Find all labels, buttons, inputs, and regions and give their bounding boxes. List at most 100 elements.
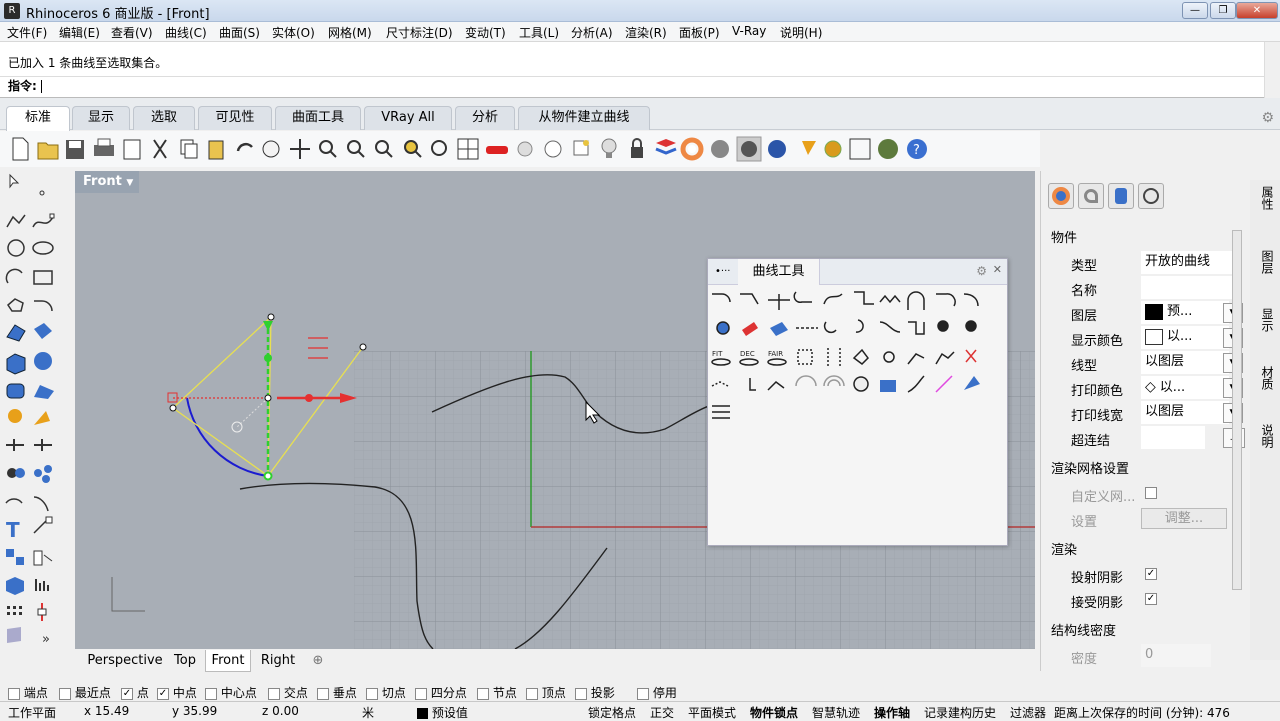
osnap-end-checkbox[interactable] xyxy=(8,687,20,700)
seam-icon[interactable] xyxy=(883,351,895,363)
cylinder-icon[interactable] xyxy=(6,383,25,399)
offset-curve-icon[interactable] xyxy=(854,291,874,305)
arc-through-points-icon[interactable] xyxy=(795,375,817,387)
tab-visibility[interactable]: 可见性 xyxy=(198,106,272,130)
tab-display[interactable]: 显示 xyxy=(72,106,130,130)
gumball-menu-icon[interactable] xyxy=(308,337,328,359)
prop-print-color-value[interactable]: ◇ 以... xyxy=(1141,376,1229,399)
side-tab-help[interactable]: 说明 xyxy=(1254,424,1276,448)
command-scrollbar[interactable] xyxy=(1264,42,1280,98)
vray-lights-icon[interactable] xyxy=(878,139,898,159)
sphere-rendered-icon[interactable] xyxy=(736,136,762,162)
osnap-disable[interactable]: 停用 xyxy=(637,684,677,701)
object-properties-icon[interactable] xyxy=(1108,183,1134,209)
explode-icon[interactable] xyxy=(33,550,53,566)
menu-edit[interactable]: 编辑(E) xyxy=(59,24,100,41)
rotate-view-icon[interactable] xyxy=(290,139,310,159)
offset-arcs-icon[interactable] xyxy=(823,375,845,387)
shade-icon[interactable] xyxy=(517,141,533,157)
cplane-icon[interactable] xyxy=(544,140,562,158)
osnap-int-checkbox[interactable] xyxy=(268,687,280,700)
zoom-extents-icon[interactable] xyxy=(375,140,393,158)
iso-curve-icon[interactable] xyxy=(935,375,953,393)
menu-vray[interactable]: V-Ray xyxy=(732,24,766,38)
status-record-history[interactable]: 记录建构历史 xyxy=(924,704,996,721)
convert-icon[interactable] xyxy=(852,348,869,365)
cut-icon[interactable] xyxy=(153,139,167,159)
receive-shadows-checkbox[interactable]: ✓ xyxy=(1145,593,1157,605)
fillet-curve-icon[interactable] xyxy=(34,300,53,312)
decimate-icon[interactable] xyxy=(739,358,759,366)
status-osnap[interactable]: 物件锁点 xyxy=(750,704,798,721)
mesh-icon[interactable] xyxy=(8,409,22,423)
menu-render[interactable]: 渲染(R) xyxy=(625,24,667,41)
surface-from-points-icon[interactable] xyxy=(6,324,26,342)
print-icon[interactable] xyxy=(94,138,114,156)
scroll-thumb[interactable] xyxy=(1232,230,1242,590)
panel-grip-icon[interactable]: •··· xyxy=(715,266,730,277)
control-point[interactable] xyxy=(359,343,367,351)
maximize-button[interactable]: ❐ xyxy=(1210,2,1236,19)
status-ortho[interactable]: 正交 xyxy=(650,704,674,721)
add-viewport-tab-icon[interactable]: ⊕ xyxy=(307,650,329,672)
osnap-near-checkbox[interactable] xyxy=(59,687,71,700)
four-viewports-icon[interactable] xyxy=(457,138,479,160)
chamfer-curves-icon[interactable] xyxy=(740,293,759,305)
prop-linetype-value[interactable]: 以图层 xyxy=(1141,351,1229,374)
control-point[interactable] xyxy=(267,313,275,321)
refit-curve-icon[interactable] xyxy=(855,319,864,333)
tab-perspective[interactable]: Perspective xyxy=(81,650,169,672)
prop-layer-value[interactable]: 预... xyxy=(1141,301,1229,324)
sphere-shaded-icon[interactable] xyxy=(711,140,729,158)
custom-mesh-checkbox[interactable] xyxy=(1145,487,1157,499)
status-smarttrack[interactable]: 智慧轨迹 xyxy=(812,704,860,721)
help-icon[interactable]: ? xyxy=(907,139,927,159)
lock-icon[interactable] xyxy=(631,138,643,158)
text-icon[interactable]: T xyxy=(6,518,20,542)
layers-icon[interactable] xyxy=(655,139,677,155)
gear-icon[interactable]: ⚙ xyxy=(976,264,987,278)
copy-icon[interactable] xyxy=(180,139,198,159)
zoom-icon[interactable] xyxy=(319,140,337,158)
prop-row-print-color[interactable]: 打印颜色◇以...▼ xyxy=(1063,376,1243,400)
move-icon[interactable] xyxy=(6,439,24,451)
control-points-on-icon[interactable] xyxy=(965,320,977,332)
viewport-title[interactable]: Front ▼ xyxy=(75,171,139,193)
polyline-icon[interactable] xyxy=(6,214,26,228)
properties-scrollbar[interactable] xyxy=(1230,220,1244,670)
project-curve-icon[interactable] xyxy=(770,322,788,336)
osnap-points-icon[interactable] xyxy=(573,140,589,156)
vray-render-icon[interactable] xyxy=(802,141,816,155)
tab-right[interactable]: Right xyxy=(255,650,301,672)
osnap-int[interactable]: 交点 xyxy=(268,684,308,701)
box-icon[interactable] xyxy=(6,353,26,375)
tab-select[interactable]: 选取 xyxy=(133,106,195,130)
menu-dimension[interactable]: 尺寸标注(D) xyxy=(386,24,453,41)
close-button[interactable]: ✕ xyxy=(1236,2,1278,19)
adjust-mesh-button[interactable]: 调整... xyxy=(1141,508,1227,529)
sub-curve-icon[interactable] xyxy=(879,294,901,304)
status-cplane[interactable]: 工作平面 xyxy=(8,704,56,721)
viewport-menu-arrow-icon[interactable]: ▼ xyxy=(126,178,133,188)
osnap-knot[interactable]: 节点 xyxy=(477,684,517,701)
menu-transform[interactable]: 变动(T) xyxy=(465,24,506,41)
split-icon[interactable] xyxy=(33,496,49,512)
insert-knot-icon[interactable] xyxy=(907,353,925,365)
dimension-icon[interactable] xyxy=(33,516,53,534)
osnap-mid-checkbox[interactable]: ✓ xyxy=(157,687,169,700)
gear-icon[interactable]: ⚙ xyxy=(1261,110,1274,126)
prop-print-width-value[interactable]: 以图层 xyxy=(1141,401,1229,424)
prop-row-display-color[interactable]: 显示颜色以...▼ xyxy=(1063,326,1243,350)
osnap-project[interactable]: 投影 xyxy=(575,684,615,701)
fillet-curves-icon[interactable] xyxy=(712,293,731,303)
adjustable-blend-icon[interactable] xyxy=(823,293,843,305)
osnap-vertex-checkbox[interactable] xyxy=(526,687,538,700)
status-filter[interactable]: 过滤器 xyxy=(1010,704,1046,721)
cast-shadows-checkbox[interactable]: ✓ xyxy=(1145,568,1157,580)
osnap-near[interactable]: 最近点 xyxy=(59,684,111,701)
tab-front[interactable]: Front xyxy=(205,650,251,672)
save-icon[interactable] xyxy=(66,140,84,159)
open-folder-icon[interactable] xyxy=(37,142,59,160)
osnap-tan[interactable]: 切点 xyxy=(366,684,406,701)
block-icon[interactable] xyxy=(6,549,24,565)
